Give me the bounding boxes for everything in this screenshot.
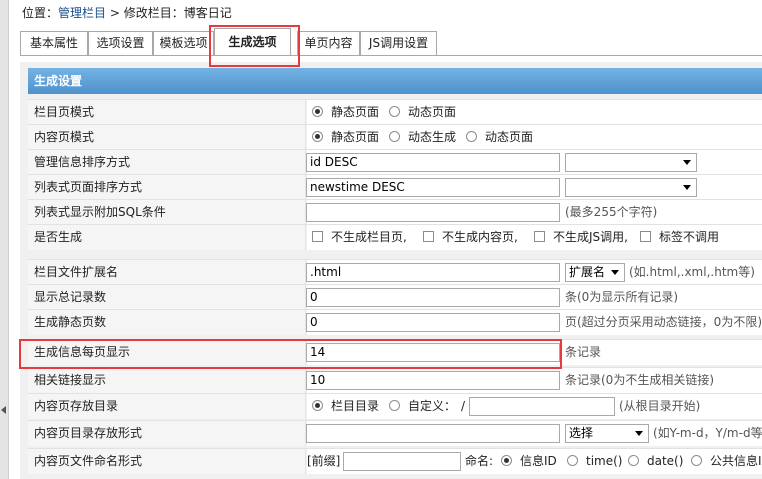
settings-panel: 生成设置 栏目页模式 静态页面 动态页面 内容页模式 静态页面 动态生成 动态页… <box>20 62 762 479</box>
dir-format-input[interactable] <box>306 424 560 443</box>
panel-title: 生成设置 <box>28 68 762 94</box>
tab-underline <box>20 55 762 56</box>
row-list-mode: 栏目页模式 静态页面 动态页面 <box>28 99 762 125</box>
radio-list-static[interactable] <box>312 106 323 117</box>
check-no-tag[interactable] <box>640 231 651 242</box>
left-collapse-bar[interactable] <box>0 0 9 479</box>
check-no-list-page[interactable] <box>312 231 323 242</box>
radio-name-id[interactable] <box>501 455 512 466</box>
radio-list-dynamic[interactable] <box>389 106 400 117</box>
chevron-down-icon <box>635 431 643 436</box>
manage-sort-input[interactable]: id DESC <box>306 153 560 172</box>
row-related: 相关链接显示 10 条记录(0为不生成相关链接) <box>28 367 762 393</box>
row-dir-format: 内容页目录存放形式 选择 (如Y-m-d，Y/m-d等形式) <box>28 420 762 446</box>
row-filename: 内容页文件命名形式 [前缀] 命名: 信息ID time() date() 公共… <box>28 448 762 474</box>
radio-name-public-id[interactable] <box>691 455 702 466</box>
chevron-down-icon <box>683 185 691 190</box>
ext-input[interactable]: .html <box>306 263 560 282</box>
row-content-dir: 内容页存放目录 栏目目录 自定义： / (从根目录开始) <box>28 393 762 419</box>
row-list-sort: 列表式页面排序方式 newstime DESC <box>28 174 762 200</box>
breadcrumb: 位置：管理栏目 > 修改栏目：博客日记 <box>22 6 232 20</box>
radio-content-dynamic[interactable] <box>466 131 477 142</box>
dir-format-select[interactable]: 选择 <box>565 424 649 443</box>
ext-select[interactable]: 扩展名 <box>565 263 625 282</box>
filename-prefix-input[interactable] <box>343 452 461 471</box>
tab-js-settings[interactable]: JS调用设置 <box>360 31 437 55</box>
radio-dir-column[interactable] <box>312 400 323 411</box>
radio-content-dyngen[interactable] <box>389 131 400 142</box>
row-generate: 是否生成 不生成栏目页, 不生成内容页, 不生成JS调用, 标签不调用 <box>28 224 762 250</box>
breadcrumb-current: 修改栏目：博客日记 <box>123 6 232 20</box>
check-no-js[interactable] <box>534 231 545 242</box>
static-pages-input[interactable]: 0 <box>306 313 560 332</box>
tab-basic[interactable]: 基本属性 <box>20 31 88 55</box>
chevron-down-icon <box>683 160 691 165</box>
row-content-mode: 内容页模式 静态页面 动态生成 动态页面 <box>28 124 762 150</box>
highlight-per-page-row <box>19 339 562 369</box>
row-ext: 栏目文件扩展名 .html 扩展名 (如.html,.xml,.htm等) <box>28 259 762 285</box>
list-sql-input[interactable] <box>306 203 560 222</box>
list-sort-select[interactable] <box>565 178 697 197</box>
row-list-sql: 列表式显示附加SQL条件 (最多255个字符) <box>28 199 762 225</box>
radio-dir-custom[interactable] <box>389 400 400 411</box>
total-input[interactable]: 0 <box>306 288 560 307</box>
content-dir-input[interactable] <box>469 397 615 416</box>
chevron-down-icon <box>611 270 619 275</box>
row-static-pages: 生成静态页数 0 页(超过分页采用动态链接，0为不限) <box>28 309 762 335</box>
radio-content-static[interactable] <box>312 131 323 142</box>
manage-sort-select[interactable] <box>565 153 697 172</box>
radio-name-date[interactable] <box>628 455 639 466</box>
highlight-generate-tab <box>209 25 300 67</box>
tab-template[interactable]: 模板选项 <box>153 31 214 55</box>
tab-single-page[interactable]: 单页内容 <box>297 31 360 55</box>
check-no-content-page[interactable] <box>423 231 434 242</box>
list-sort-input[interactable]: newstime DESC <box>306 178 560 197</box>
related-input[interactable]: 10 <box>306 371 560 390</box>
collapse-arrow-icon[interactable] <box>1 406 6 414</box>
radio-name-time[interactable] <box>567 455 578 466</box>
row-manage-sort: 管理信息排序方式 id DESC <box>28 149 762 175</box>
row-total: 显示总记录数 0 条(0为显示所有记录) <box>28 284 762 310</box>
tab-options[interactable]: 选项设置 <box>88 31 153 55</box>
breadcrumb-link-manage[interactable]: 管理栏目 <box>58 6 106 20</box>
